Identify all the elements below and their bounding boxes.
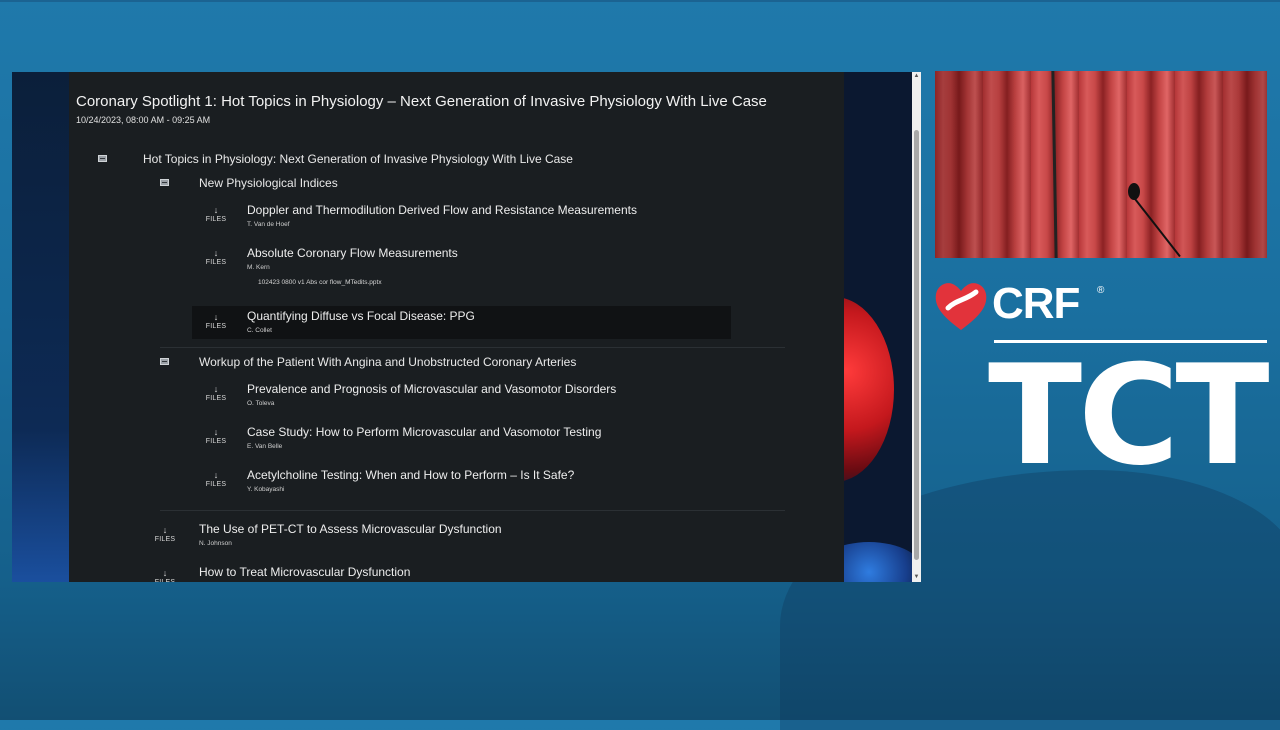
download-icon: ↓ — [213, 470, 219, 480]
session-header: Coronary Spotlight 1: Hot Topics in Phys… — [76, 93, 767, 125]
divider — [160, 510, 785, 511]
talk-title[interactable]: Absolute Coronary Flow Measurements — [247, 246, 458, 260]
vertical-scrollbar[interactable]: ▲ ▼ — [912, 72, 921, 582]
files-label: FILES — [205, 216, 227, 223]
download-icon: ↓ — [213, 384, 219, 394]
files-download-button[interactable]: ↓ FILES — [199, 384, 233, 403]
brain-illustration — [844, 297, 894, 482]
download-icon: ↓ — [213, 427, 219, 437]
files-label: FILES — [148, 578, 182, 582]
files-label: FILES — [205, 481, 227, 488]
crf-logo-text: CRF — [992, 279, 1080, 328]
talk-speaker: E. Van Belle — [247, 443, 283, 450]
talk-speaker: C. Collet — [247, 327, 272, 334]
download-icon: ↓ — [213, 205, 219, 215]
download-icon: ↓ — [162, 568, 168, 578]
presentation-screen: Coronary Spotlight 1: Hot Topics in Phys… — [12, 72, 921, 582]
talk-title[interactable]: How to Treat Microvascular Dysfunction — [199, 565, 410, 579]
agenda-panel: Coronary Spotlight 1: Hot Topics in Phys… — [69, 72, 844, 582]
talk-speaker: O. Toleva — [247, 400, 275, 407]
files-download-button[interactable]: ↓ FILES — [148, 525, 182, 544]
talk-speaker: T. Van de Hoef — [247, 221, 290, 228]
desktop-background: { "session": { "title": "Coronary Spotli… — [0, 0, 1280, 730]
files-download-button[interactable]: ↓ FILES — [199, 470, 233, 489]
files-download-button[interactable]: ↓ FILES — [199, 427, 233, 446]
talk-title[interactable]: Acetylcholine Testing: When and How to P… — [247, 468, 574, 482]
divider — [160, 347, 785, 348]
scroll-up-icon[interactable]: ▲ — [913, 73, 920, 79]
talk-title[interactable]: Quantifying Diffuse vs Focal Disease: PP… — [247, 309, 475, 323]
talk-speaker: N. Johnson — [199, 540, 232, 547]
files-download-button[interactable]: ↓ FILES — [199, 312, 233, 331]
talk-title[interactable]: Case Study: How to Perform Microvascular… — [247, 425, 601, 439]
session-datetime: 10/24/2023, 08:00 AM - 09:25 AM — [76, 115, 211, 125]
files-label: FILES — [205, 323, 227, 330]
collapse-toggle-group1[interactable] — [160, 179, 169, 186]
right-background-strip — [844, 72, 912, 582]
curtain-shading — [935, 71, 1267, 258]
scroll-down-icon[interactable]: ▼ — [913, 574, 920, 580]
collapse-toggle-group2[interactable] — [160, 358, 169, 365]
talk-title[interactable]: Prevalence and Prognosis of Microvascula… — [247, 382, 616, 396]
attachment-link[interactable]: 102423 0800 v1 Abs cor flow_MTedits.pptx — [258, 279, 382, 286]
files-download-button[interactable]: ↓ FILES — [199, 248, 233, 267]
files-label: FILES — [154, 536, 176, 543]
group-title-group1: New Physiological Indices — [199, 176, 338, 190]
talk-title[interactable]: The Use of PET-CT to Assess Microvascula… — [199, 522, 502, 536]
collapse-toggle-top[interactable] — [98, 155, 107, 162]
files-download-button[interactable]: ↓ FILES — [148, 568, 182, 582]
group-title-group2: Workup of the Patient With Angina and Un… — [199, 355, 577, 369]
talk-title[interactable]: Doppler and Thermodilution Derived Flow … — [247, 203, 637, 217]
speaker-video-feed — [935, 71, 1267, 258]
background-decoration — [0, 0, 1280, 2]
download-icon: ↓ — [162, 525, 168, 535]
files-download-button[interactable]: ↓ FILES — [199, 205, 233, 224]
files-label: FILES — [205, 438, 227, 445]
crf-heart-logo-icon — [935, 283, 987, 330]
download-icon: ↓ — [213, 312, 219, 322]
download-icon: ↓ — [213, 248, 219, 258]
session-title: Coronary Spotlight 1: Hot Topics in Phys… — [76, 93, 767, 110]
files-label: FILES — [205, 259, 227, 266]
registered-mark: ® — [1097, 285, 1105, 296]
talk-speaker: M. Kern — [247, 264, 270, 271]
scroll-thumb[interactable] — [914, 130, 919, 560]
files-label: FILES — [205, 395, 227, 402]
glow-illustration — [844, 542, 912, 582]
left-background-strip — [12, 72, 69, 582]
tct-logo-text: TCT — [988, 335, 1270, 496]
group-title-top: Hot Topics in Physiology: Next Generatio… — [143, 152, 573, 166]
talk-speaker: Y. Kobayashi — [247, 486, 285, 493]
